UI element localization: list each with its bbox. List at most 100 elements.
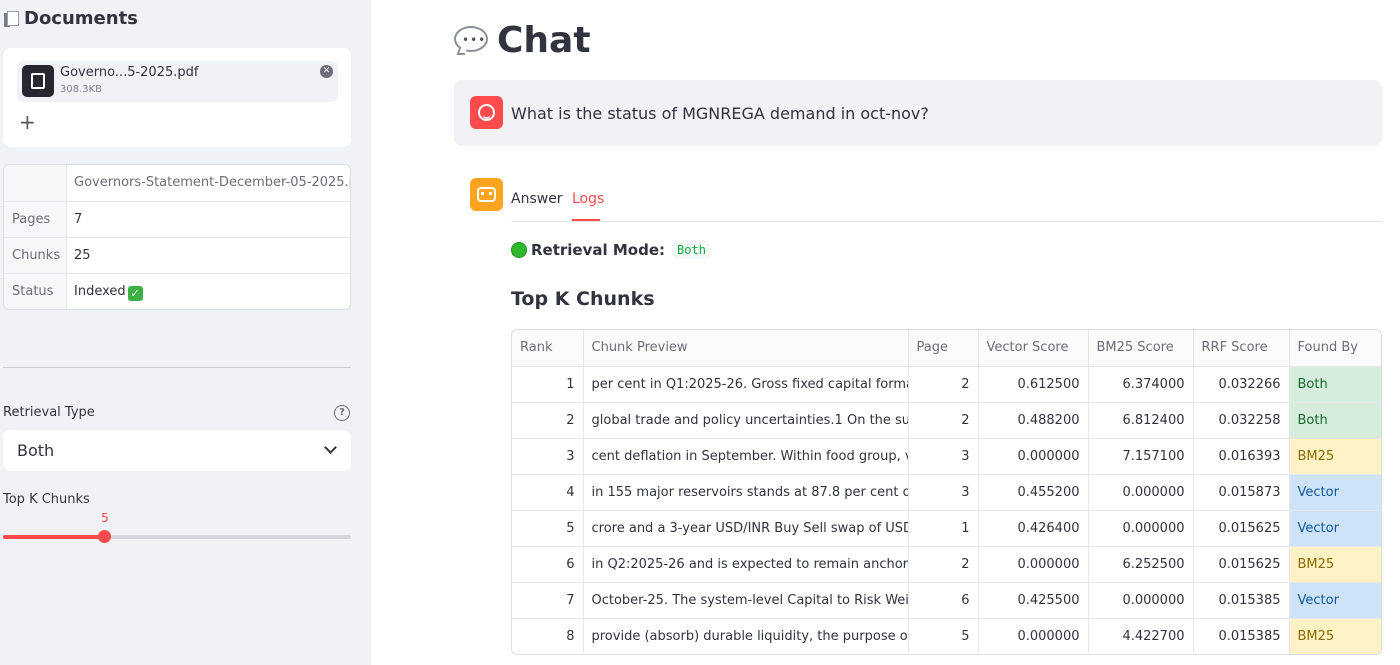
cell-bm25[interactable]: 0.000000: [1088, 582, 1194, 619]
cell-rank[interactable]: 1: [512, 366, 584, 403]
close-icon[interactable]: ✕: [320, 65, 333, 78]
cell-rrf[interactable]: 0.015625: [1193, 510, 1290, 547]
column-header[interactable]: Page: [908, 330, 979, 367]
top-k-slider-thumb[interactable]: [97, 530, 111, 543]
cell-preview[interactable]: global trade and policy uncertainties.1 …: [583, 402, 909, 439]
cell-found[interactable]: BM25: [1289, 438, 1381, 475]
cell-found[interactable]: BM25: [1289, 618, 1381, 654]
column-header[interactable]: BM25 Score: [1088, 330, 1194, 367]
check-mark-icon: ✓: [127, 286, 143, 301]
cell-page[interactable]: 5: [908, 618, 979, 654]
document-info-table: Governors-Statement-December-05-2025.pdf…: [3, 164, 351, 310]
sidebar: Documents Governo...5-2025.pdf 308.3KB ✕…: [0, 0, 371, 665]
file-size: 308.3KB: [60, 84, 103, 95]
cell-rrf[interactable]: 0.032258: [1193, 402, 1290, 439]
cell-bm25[interactable]: 7.157100: [1088, 438, 1194, 475]
cell-page[interactable]: 3: [908, 474, 979, 511]
cell-rrf[interactable]: 0.015385: [1193, 582, 1290, 619]
cell-rank[interactable]: 6: [512, 546, 584, 583]
cell-vector[interactable]: 0.488200: [978, 402, 1089, 439]
cell-page[interactable]: 6: [908, 582, 979, 619]
column-header[interactable]: Chunk Preview: [583, 330, 909, 367]
top-k-slider-track[interactable]: [3, 535, 351, 539]
column-header[interactable]: Rank: [512, 330, 584, 367]
cell-rrf[interactable]: 0.015873: [1193, 474, 1290, 511]
cell-page[interactable]: 2: [908, 546, 979, 583]
user-message: What is the status of MGNREGA demand in …: [454, 80, 1382, 146]
cell-page[interactable]: 2: [908, 402, 979, 439]
cell-vector[interactable]: 0.000000: [978, 618, 1089, 654]
cell-preview[interactable]: in Q2:2025-26 and is expected to remain …: [583, 546, 909, 583]
cell-rrf[interactable]: 0.015385: [1193, 618, 1290, 654]
cell-rank[interactable]: 5: [512, 510, 584, 547]
info-key: Chunks: [4, 238, 67, 273]
cell-vector[interactable]: 0.612500: [978, 366, 1089, 403]
speech-bubble-icon: •••: [453, 25, 489, 57]
retrieval-type-select[interactable]: Both: [3, 430, 351, 471]
top-k-label: Top K Chunks: [3, 492, 90, 507]
cell-bm25[interactable]: 0.000000: [1088, 474, 1194, 511]
cell-page[interactable]: 2: [908, 366, 979, 403]
table-row: 7 October-25. The system-level Capital to…: [512, 582, 1381, 619]
info-value-status: Indexed ✓: [67, 274, 350, 309]
info-header-row: Governors-Statement-December-05-2025.pdf: [4, 165, 350, 201]
cell-vector[interactable]: 0.455200: [978, 474, 1089, 511]
file-name: Governo...5-2025.pdf: [60, 65, 199, 80]
cell-vector[interactable]: 0.000000: [978, 438, 1089, 475]
cell-found[interactable]: Vector: [1289, 474, 1381, 511]
cell-bm25[interactable]: 6.812400: [1088, 402, 1194, 439]
cell-rank[interactable]: 2: [512, 402, 584, 439]
cell-rank[interactable]: 3: [512, 438, 584, 475]
cell-found[interactable]: Vector: [1289, 510, 1381, 547]
cell-rank[interactable]: 8: [512, 618, 584, 654]
retrieval-mode-label: Retrieval Mode:: [531, 241, 666, 259]
page-icon: [4, 9, 20, 29]
cell-rank[interactable]: 4: [512, 474, 584, 511]
info-value: 7: [74, 212, 83, 227]
cell-vector[interactable]: 0.426400: [978, 510, 1089, 547]
info-row-pages: Pages 7: [4, 201, 350, 237]
cell-preview[interactable]: October-25. The system-level Capital to …: [583, 582, 909, 619]
cell-found[interactable]: Both: [1289, 366, 1381, 403]
file-uploader[interactable]: Governo...5-2025.pdf 308.3KB ✕ +: [3, 48, 351, 147]
cell-bm25[interactable]: 6.374000: [1088, 366, 1194, 403]
cell-found[interactable]: BM25: [1289, 546, 1381, 583]
tab-logs[interactable]: Logs: [572, 191, 604, 207]
cell-vector[interactable]: 0.000000: [978, 546, 1089, 583]
add-file-icon[interactable]: +: [19, 110, 36, 134]
table-row: 8 provide (absorb) durable liquidity, the…: [512, 618, 1381, 654]
top-k-slider-value: 5: [101, 511, 109, 525]
cell-rank[interactable]: 7: [512, 582, 584, 619]
table-row: 1 per cent in Q1:2025-26. Gross fixed cap…: [512, 366, 1381, 403]
cell-preview[interactable]: provide (absorb) durable liquidity, the …: [583, 618, 909, 654]
info-row-status: Status Indexed ✓: [4, 273, 350, 309]
cell-bm25[interactable]: 4.422700: [1088, 618, 1194, 654]
cell-rrf[interactable]: 0.015625: [1193, 546, 1290, 583]
cell-rrf[interactable]: 0.016393: [1193, 438, 1290, 475]
cell-bm25[interactable]: 0.000000: [1088, 510, 1194, 547]
cell-preview[interactable]: per cent in Q1:2025-26. Gross fixed capi…: [583, 366, 909, 403]
column-header[interactable]: Found By: [1289, 330, 1381, 367]
cell-preview[interactable]: crore and a 3-year USD/INR Buy Sell swap…: [583, 510, 909, 547]
cell-page[interactable]: 1: [908, 510, 979, 547]
green-circle-icon: [511, 242, 527, 258]
cell-rrf[interactable]: 0.032266: [1193, 366, 1290, 403]
cell-found[interactable]: Both: [1289, 402, 1381, 439]
column-header[interactable]: RRF Score: [1193, 330, 1290, 367]
sidebar-divider: [3, 367, 351, 368]
help-icon[interactable]: ?: [334, 405, 350, 421]
cell-preview[interactable]: in 155 major reservoirs stands at 87.8 p…: [583, 474, 909, 511]
retrieval-mode-row: Retrieval Mode: Both: [511, 241, 710, 259]
chunks-table[interactable]: Rank Chunk Preview Page Vector Score BM2…: [511, 329, 1382, 655]
column-header[interactable]: Vector Score: [978, 330, 1089, 367]
tab-answer[interactable]: Answer: [511, 191, 563, 207]
table-row: 6 in Q2:2025-26 and is expected to remain…: [512, 546, 1381, 583]
cell-preview[interactable]: cent deflation in September. Within food…: [583, 438, 909, 475]
cell-page[interactable]: 3: [908, 438, 979, 475]
top-k-chunks-heading: Top K Chunks: [511, 288, 655, 310]
cell-bm25[interactable]: 6.252500: [1088, 546, 1194, 583]
cell-found[interactable]: Vector: [1289, 582, 1381, 619]
cell-vector[interactable]: 0.425500: [978, 582, 1089, 619]
chat-title: ••• Chat: [453, 20, 591, 61]
info-key: Pages: [4, 202, 67, 237]
